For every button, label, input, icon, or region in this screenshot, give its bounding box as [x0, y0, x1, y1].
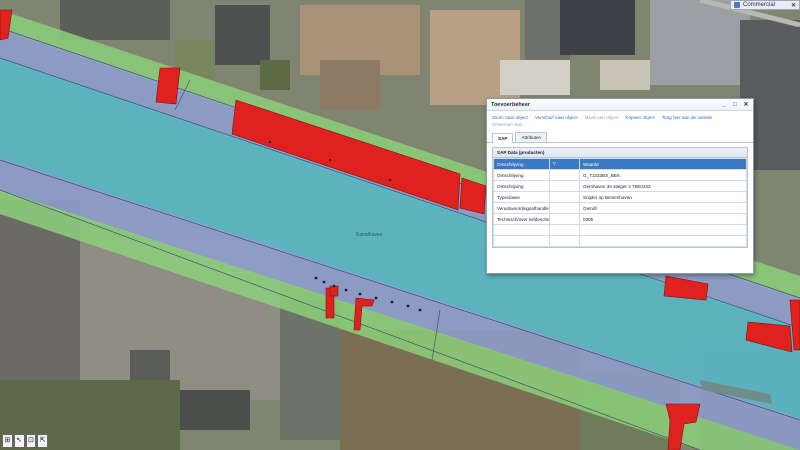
tab-attributes[interactable]: Attributen: [515, 132, 548, 142]
table-cell: [548, 169, 581, 181]
table-cell: Omschrijving: [493, 180, 550, 192]
panel-action-links: Zoom naar object Verschuif naar object M…: [487, 111, 753, 129]
tab-sap[interactable]: SAP: [492, 133, 514, 143]
link-outside[interactable]: Toog hier aan de outside: [662, 115, 712, 120]
panel-title: Toevoerbeheer: [491, 101, 531, 108]
table-row[interactable]: Technisch/over liefdeschef 0305: [493, 213, 747, 225]
minimize-button[interactable]: _: [721, 102, 727, 108]
link-copy-object[interactable]: Kopieer object: [625, 115, 654, 120]
link-pan-to-object[interactable]: Verschuif naar object: [535, 115, 578, 120]
table-cell: [579, 235, 747, 247]
maximize-button[interactable]: □: [732, 102, 738, 108]
section-title[interactable]: SAP Data (producten): [493, 148, 747, 158]
table-row[interactable]: Typeclasse Snijder op Binnenhaven: [493, 191, 747, 203]
link-create-object[interactable]: Maak een object: [585, 115, 619, 120]
table-cell: Typeclasse: [493, 191, 550, 203]
table-cell: [493, 235, 550, 247]
table-cell: Technisch/over liefdeschef: [493, 213, 550, 225]
table-row[interactable]: [493, 224, 747, 236]
table-cell: [548, 235, 581, 247]
sap-data-table: Omschrijving ▽ Waarde Omschrijving G_T10…: [493, 158, 747, 247]
select-tool-icon[interactable]: ↖: [13, 434, 25, 448]
table-cell: G_T1033BS_BEK: [579, 169, 747, 181]
topbar-label[interactable]: Commercial: [743, 2, 775, 8]
table-cell: [548, 213, 581, 225]
table-cell: [548, 202, 581, 214]
extent-tool-icon[interactable]: ⇱: [37, 434, 48, 448]
map-water-label: Kanalhaven: [356, 232, 383, 238]
layer-icon: [734, 2, 740, 8]
column-header[interactable]: Omschrijving: [493, 158, 550, 170]
table-cell: 0305: [579, 213, 747, 225]
table-cell: [548, 224, 581, 236]
sort-icon: ▽: [552, 161, 557, 166]
table-header-row: Omschrijving ▽ Waarde: [493, 158, 747, 170]
table-cell: [579, 224, 747, 236]
link-zoom-to-object[interactable]: Zoom naar object: [492, 115, 528, 120]
map-tools: ⊞ ↖ ⊡ ⇱: [2, 434, 48, 448]
table-cell: Omschrijving: [493, 169, 550, 181]
close-icon[interactable]: ✕: [791, 2, 796, 9]
top-toolbar[interactable]: Commercial ✕: [730, 0, 800, 10]
link-close-screens[interactable]: Schermen sluit: [492, 122, 522, 127]
table-cell: [548, 191, 581, 203]
table-cell: Snijder op Binnenhaven: [579, 191, 747, 203]
table-cell: [548, 180, 581, 192]
column-header[interactable]: Waarde: [579, 158, 747, 170]
panel-tabs: SAP Attributen: [487, 129, 753, 143]
table-cell: Verantwoordingsafhandle: [493, 202, 550, 214]
table-row[interactable]: Omschrijving Gemhaven 3e stieger 2 T8E03…: [493, 180, 747, 192]
sap-data-section: SAP Data (producten) Omschrijving ▽ Waar…: [492, 147, 748, 248]
panel-titlebar[interactable]: Toevoerbeheer _ □ ✕: [487, 99, 753, 111]
close-button[interactable]: ✕: [743, 102, 749, 108]
table-cell: Gemhaven 3e stieger 2 T8E0342: [579, 180, 747, 192]
table-row[interactable]: [493, 235, 747, 247]
table-cell: [493, 224, 550, 236]
table-row[interactable]: Verantwoordingsafhandle Geïndl: [493, 202, 747, 214]
table-cell: Geïndl: [579, 202, 747, 214]
table-row[interactable]: Omschrijving G_T1033BS_BEK: [493, 169, 747, 181]
grid-tool-icon[interactable]: ⊞: [2, 434, 13, 448]
frame-tool-icon[interactable]: ⊡: [25, 434, 37, 448]
object-info-panel: Toevoerbeheer _ □ ✕ Zoom naar object Ver…: [486, 98, 754, 274]
sort-column-header[interactable]: ▽: [548, 158, 581, 170]
